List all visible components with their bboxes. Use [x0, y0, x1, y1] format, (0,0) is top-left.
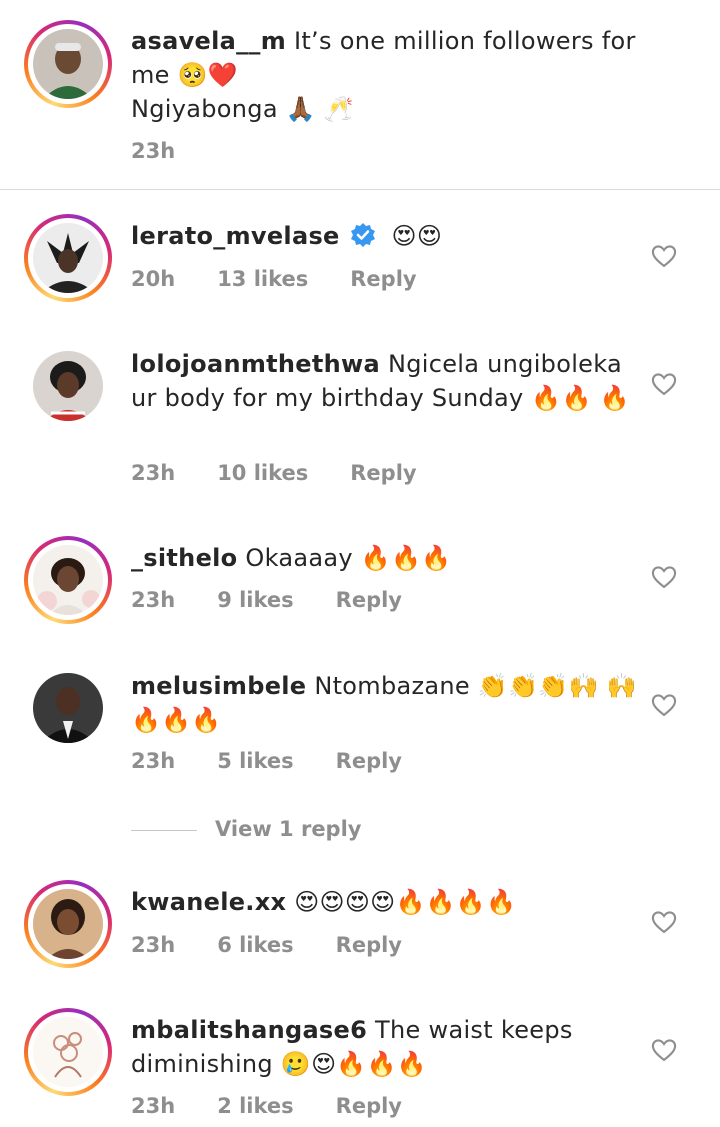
- comment-username[interactable]: lerato_mvelase: [131, 222, 340, 250]
- heart-outline-icon[interactable]: [650, 1036, 678, 1064]
- comment-body: 😍😍😍😍🔥🔥🔥🔥: [294, 888, 517, 916]
- heart-outline-icon[interactable]: [650, 563, 678, 591]
- comment-likes[interactable]: 9 likes: [217, 585, 293, 615]
- reply-button[interactable]: Reply: [336, 585, 402, 615]
- comment-avatar[interactable]: [24, 1008, 112, 1096]
- comment-likes[interactable]: 10 likes: [217, 458, 308, 488]
- comment-text: melusimbele Ntombazane 👏👏👏🙌 🙌🔥🔥🔥: [131, 669, 641, 737]
- heart-outline-icon[interactable]: [650, 370, 678, 398]
- comment-text: _sithelo Okaaaay 🔥🔥🔥: [131, 541, 641, 575]
- caption-meta: 23h: [131, 136, 175, 166]
- comment-username[interactable]: _sithelo: [131, 544, 237, 572]
- comment-likes[interactable]: 13 likes: [217, 264, 308, 294]
- reply-button[interactable]: Reply: [336, 746, 402, 776]
- comment-time: 23h: [131, 588, 176, 612]
- comment-avatar[interactable]: [24, 880, 112, 968]
- comment-meta: 20h 13 likes Reply: [131, 264, 417, 294]
- comment-avatar[interactable]: [24, 214, 112, 302]
- comment-body: 😍😍: [391, 222, 443, 250]
- divider: [0, 189, 720, 190]
- comment-likes[interactable]: 6 likes: [217, 930, 293, 960]
- avatar-image: [33, 351, 103, 421]
- reply-button[interactable]: Reply: [336, 1091, 402, 1121]
- comment-meta: 23h 2 likes Reply: [131, 1091, 402, 1121]
- comment-time: 23h: [131, 461, 176, 485]
- caption-time: 23h: [131, 139, 176, 163]
- thread-line: [131, 829, 197, 831]
- verified-badge-icon: [350, 222, 376, 257]
- comment-avatar[interactable]: [24, 342, 112, 430]
- heart-outline-icon[interactable]: [650, 242, 678, 270]
- view-replies-button[interactable]: View 1 reply: [131, 814, 361, 844]
- comment-likes[interactable]: 5 likes: [217, 746, 293, 776]
- comment-username[interactable]: kwanele.xx: [131, 888, 286, 916]
- avatar-image: [33, 673, 103, 743]
- comment-time: 23h: [131, 933, 176, 957]
- avatar-image: [33, 889, 103, 959]
- heart-outline-icon[interactable]: [650, 691, 678, 719]
- comment-avatar[interactable]: [24, 536, 112, 624]
- comment-time: 20h: [131, 267, 176, 291]
- avatar-image: [33, 545, 103, 615]
- comment-meta: 23h 9 likes Reply: [131, 585, 402, 615]
- comment-username[interactable]: mbalitshangase6: [131, 1016, 367, 1044]
- comment-time: 23h: [131, 749, 176, 773]
- reply-button[interactable]: Reply: [336, 930, 402, 960]
- avatar-image: [33, 1017, 103, 1087]
- heart-outline-icon[interactable]: [650, 908, 678, 936]
- reply-button[interactable]: Reply: [350, 264, 416, 294]
- comment-likes[interactable]: 2 likes: [217, 1091, 293, 1121]
- comment-text: lolojoanmthethwa Ngicela ungiboleka ur b…: [131, 347, 641, 415]
- caption-username[interactable]: asavela__m: [131, 27, 286, 55]
- comment-meta: 23h 5 likes Reply: [131, 746, 402, 776]
- comment-text: lerato_mvelase 😍😍: [131, 219, 641, 257]
- caption-body-line2: Ngiyabonga 🙏🏾 🥂: [131, 95, 355, 123]
- caption-text: asavela__m It’s one million followers fo…: [131, 24, 641, 126]
- post-caption: asavela__m It’s one million followers fo…: [0, 0, 720, 190]
- comment-time: 23h: [131, 1094, 176, 1118]
- comment-avatar[interactable]: [24, 664, 112, 752]
- comment-username[interactable]: lolojoanmthethwa: [131, 350, 380, 378]
- comment-text: mbalitshangase6 The waist keeps diminish…: [131, 1013, 641, 1081]
- reply-button[interactable]: Reply: [350, 458, 416, 488]
- comment-meta: 23h 6 likes Reply: [131, 930, 402, 960]
- comment-text: kwanele.xx 😍😍😍😍🔥🔥🔥🔥: [131, 885, 641, 919]
- comment-username[interactable]: melusimbele: [131, 672, 306, 700]
- avatar-image: [33, 29, 103, 99]
- comment-body: Okaaaay 🔥🔥🔥: [245, 544, 452, 572]
- avatar-image: [33, 223, 103, 293]
- view-replies-label: View 1 reply: [215, 817, 362, 841]
- comment-meta: 23h 10 likes Reply: [131, 458, 417, 488]
- caption-author-avatar[interactable]: [24, 20, 112, 108]
